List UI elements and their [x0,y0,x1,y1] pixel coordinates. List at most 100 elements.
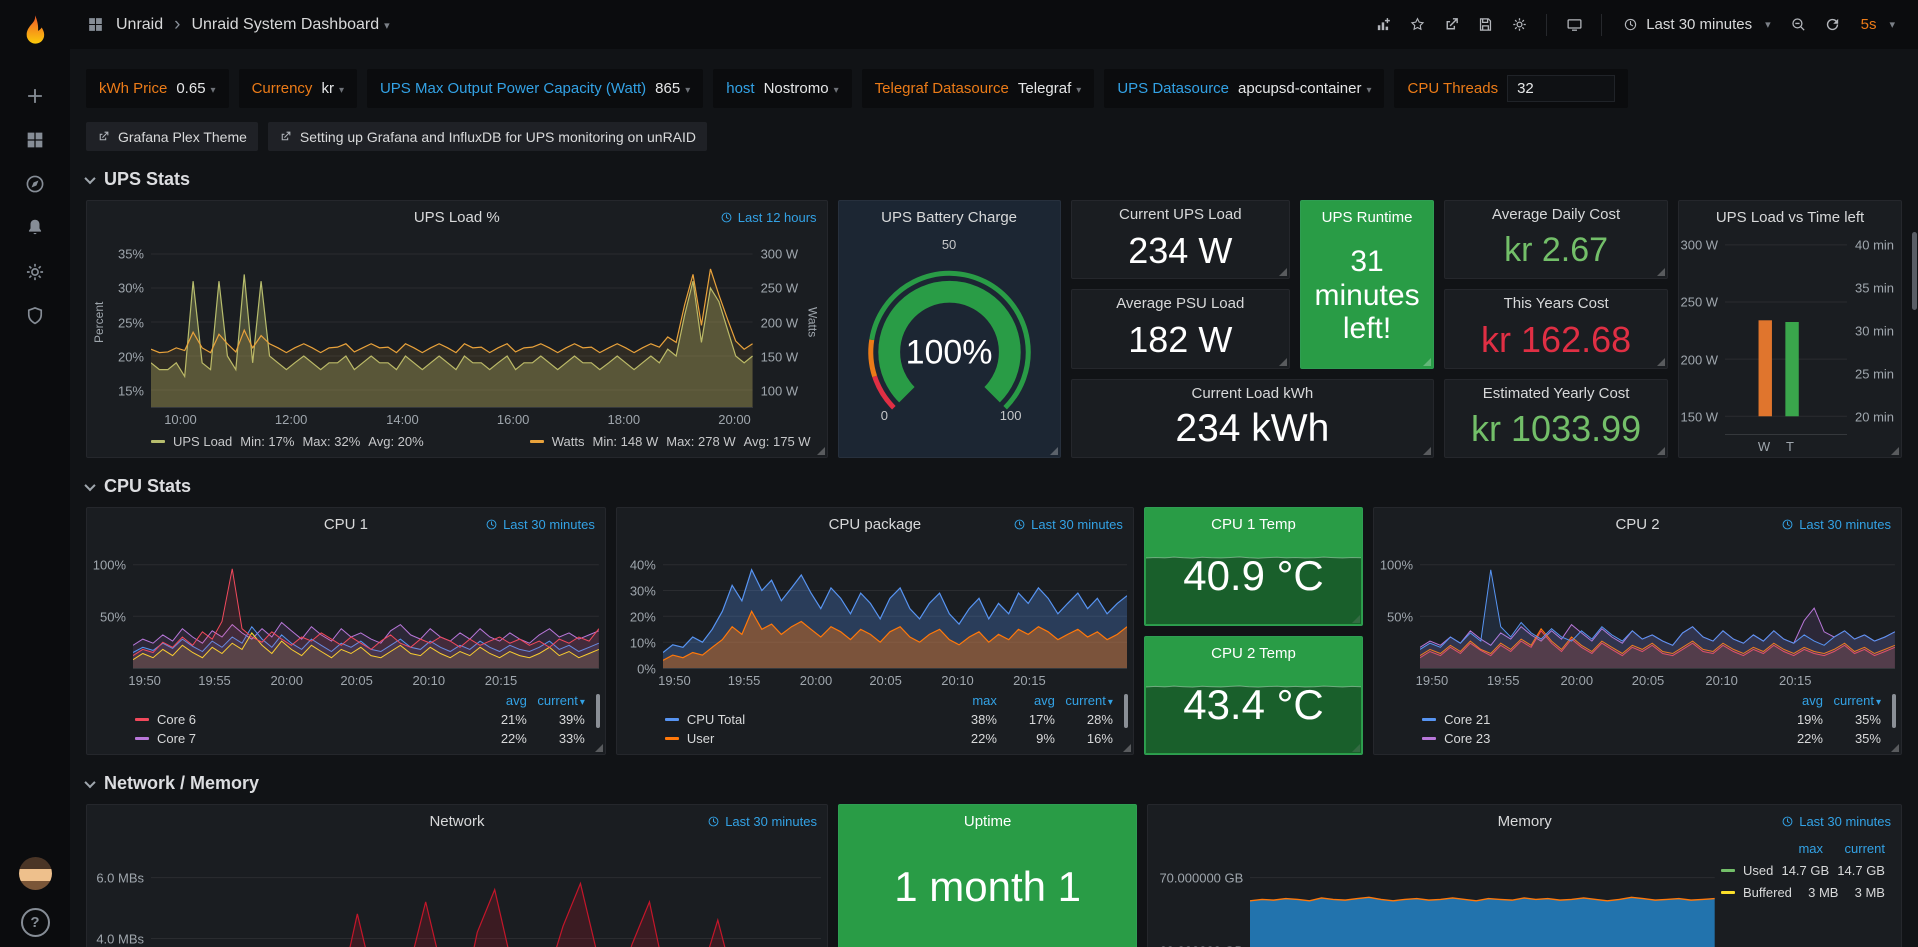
dashboard-content: kWh Price0.65 Currencykr UPS Max Output … [70,49,1918,947]
panel-title[interactable]: CPU package [829,516,922,533]
refresh-interval-picker[interactable]: 5s [1852,10,1904,40]
clock-icon [1623,17,1638,32]
cpu2-chart[interactable] [1420,544,1895,669]
panel-title[interactable]: Current UPS Load [1119,206,1242,223]
panel-ups-runtime: UPS Runtime 31 minutes left! [1300,200,1434,369]
page-scrollbar[interactable] [1912,232,1917,310]
stat-value: 1 month 1 [839,863,1136,911]
legend-col-avg[interactable]: avg [469,693,527,708]
panel-title[interactable]: Memory [1498,813,1552,830]
legend-col-current[interactable]: current [1823,841,1885,856]
grafana-logo-icon[interactable] [15,12,55,52]
add-panel-button[interactable] [1368,10,1398,40]
variable-ups-max-output[interactable]: UPS Max Output Power Capacity (Watt)865 [367,69,703,108]
panel-title[interactable]: CPU 2 Temp [1211,645,1296,662]
legend-col-current[interactable]: current [527,693,585,708]
sidebar-item-explore[interactable] [12,162,58,206]
variable-telegraf-datasource[interactable]: Telegraf DatasourceTelegraf [862,69,1095,108]
panel-title[interactable]: Current Load kWh [1191,385,1313,402]
panel-title[interactable]: UPS Load % [414,209,500,226]
tv-icon [1566,16,1583,33]
cycle-view-button[interactable] [1559,10,1589,40]
panel-time-range: Last 30 minutes [1781,517,1891,532]
legend-item[interactable]: Core 23 [1422,731,1765,746]
legend-item[interactable]: Core 6 [135,712,469,727]
panel-title[interactable]: CPU 2 [1615,516,1659,533]
legend-row: User22%9%16% [665,731,1113,746]
sidebar-item-alerting[interactable] [12,206,58,250]
network-chart[interactable] [151,841,821,947]
legend-item[interactable]: Buffered [1721,885,1792,900]
user-avatar[interactable] [19,857,52,890]
legend-col-avg[interactable]: avg [997,693,1055,708]
apps-grid-icon[interactable] [86,15,105,34]
share-dashboard-button[interactable] [1436,10,1466,40]
dashboard-settings-button[interactable] [1504,10,1534,40]
clock-icon [1013,518,1026,531]
sidebar-item-server-admin[interactable] [12,294,58,338]
cpu-threads-input[interactable]: 32 [1507,75,1615,102]
refresh-button[interactable] [1818,10,1848,40]
panel-title[interactable]: Average PSU Load [1116,295,1244,312]
series-marker [1721,869,1735,872]
save-dashboard-button[interactable] [1470,10,1500,40]
panel-time-range: Last 30 minutes [1013,517,1123,532]
help-button[interactable]: ? [21,908,50,937]
variable-host[interactable]: hostNostromo [713,69,851,108]
sidebar-item-configuration[interactable] [12,250,58,294]
bell-icon [24,217,46,239]
legend-col-avg[interactable]: avg [1765,693,1823,708]
panel-title[interactable]: CPU 1 Temp [1211,516,1296,533]
legend-item[interactable]: User [665,731,939,746]
variable-kwh-price[interactable]: kWh Price0.65 [86,69,229,108]
memory-chart[interactable] [1250,841,1715,947]
legend-col-max[interactable]: max [939,693,997,708]
legend-col-current[interactable]: current [1823,693,1881,708]
breadcrumb-app[interactable]: Unraid [116,16,163,34]
ups-load-chart[interactable] [151,237,753,408]
legend-item[interactable]: Core 21 [1422,712,1765,727]
legend-item[interactable]: Used [1721,863,1773,878]
sidebar-item-dashboards[interactable] [12,118,58,162]
refresh-interval-label: 5s [1861,16,1877,33]
dashboard-title[interactable]: Unraid System Dashboard [191,16,389,34]
variable-currency[interactable]: Currencykr [239,69,357,108]
section-network-memory[interactable]: Network / Memory [86,773,1902,794]
panel-title[interactable]: Average Daily Cost [1492,206,1620,223]
link-ups-monitoring-guide[interactable]: Setting up Grafana and InfluxDB for UPS … [268,122,707,151]
legend-item[interactable]: Core 7 [135,731,469,746]
star-dashboard-button[interactable] [1402,10,1432,40]
section-cpu-stats[interactable]: CPU Stats [86,476,1902,497]
legend-col-current[interactable]: current [1055,693,1113,708]
legend-col-max[interactable]: max [1761,841,1823,856]
variable-ups-datasource[interactable]: UPS Datasourceapcupsd-container [1104,69,1384,108]
chevron-down-icon [84,776,95,787]
panel-title[interactable]: UPS Load vs Time left [1716,209,1864,226]
panel-title[interactable]: Network [429,813,484,830]
legend-item[interactable]: CPU Total [665,712,939,727]
legend-item-ups-load[interactable]: UPS LoadMin: 17%Max: 32%Avg: 20% [151,434,424,449]
zoom-out-button[interactable] [1784,10,1814,40]
panel-title[interactable]: Uptime [964,813,1012,830]
legend-table: avgcurrent Core 621%39% Core 722%33% [87,691,605,754]
create-button[interactable] [12,74,58,118]
panel-title[interactable]: UPS Runtime [1322,209,1413,226]
legend-row: CPU Total38%17%28% [665,712,1113,727]
cpu1-chart[interactable] [133,544,599,669]
panel-title[interactable]: Estimated Yearly Cost [1483,385,1630,402]
time-picker[interactable]: Last 30 minutes [1614,10,1779,40]
stat-value: kr 162.68 [1445,317,1667,367]
legend-item-watts[interactable]: WattsMin: 148 WMax: 278 WAvg: 175 W [530,434,811,449]
section-ups-stats[interactable]: UPS Stats [86,169,1902,190]
divider [1601,14,1602,36]
panel-current-ups-load: Current UPS Load 234 W [1071,200,1290,279]
panel-title[interactable]: This Years Cost [1504,295,1609,312]
series-marker [1422,718,1436,721]
cpu-package-chart[interactable] [663,544,1127,669]
vstime-chart[interactable] [1725,237,1847,435]
panel-title[interactable]: CPU 1 [324,516,368,533]
panel-cpu2: CPU 2 Last 30 minutes 100%50% 19:5019:55… [1373,507,1902,755]
star-icon [1409,16,1426,33]
panel-title[interactable]: UPS Battery Charge [881,209,1017,226]
link-grafana-plex-theme[interactable]: Grafana Plex Theme [86,122,258,151]
